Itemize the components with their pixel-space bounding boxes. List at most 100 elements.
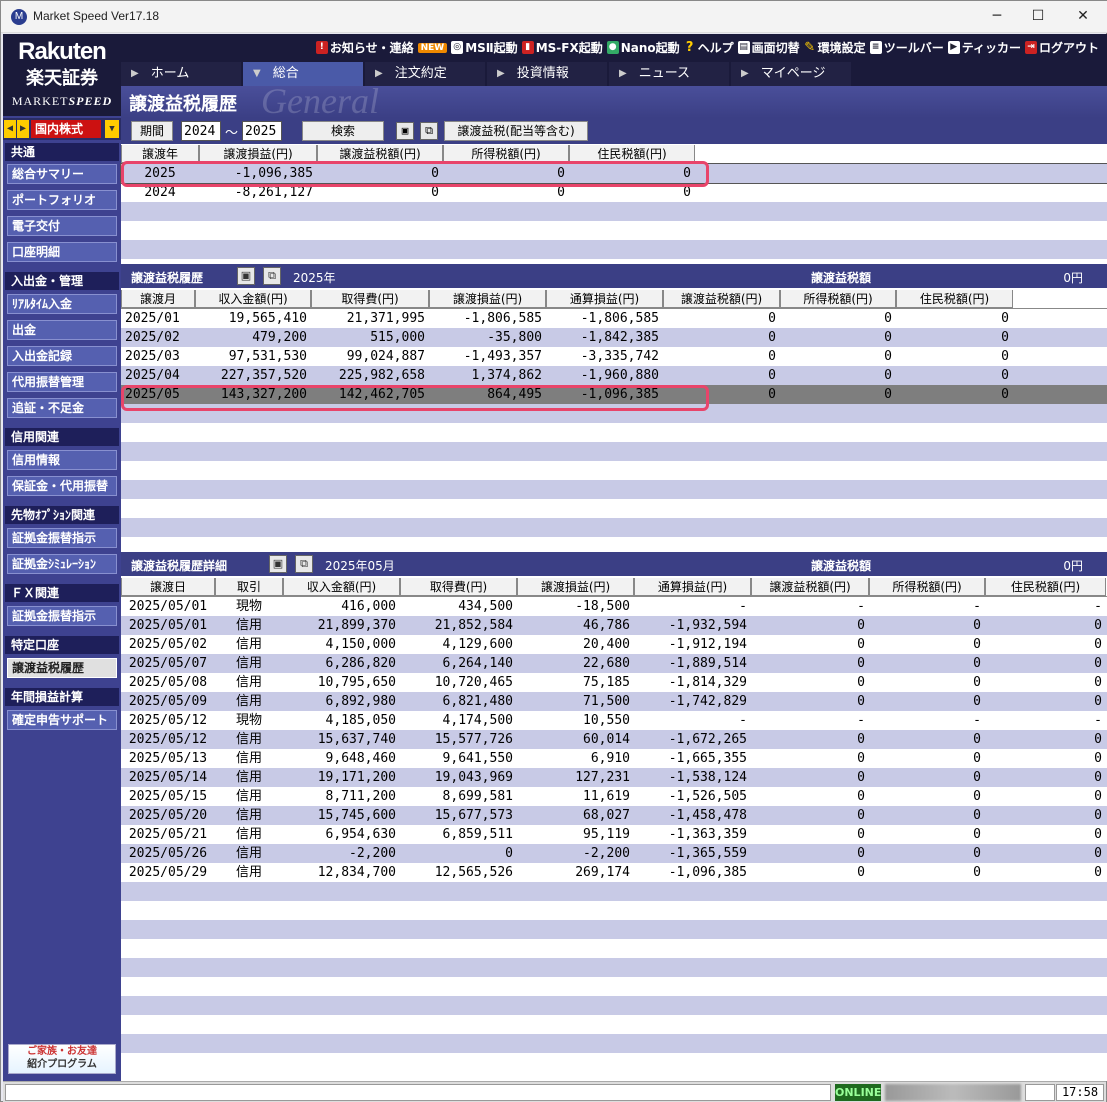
chevron-down-icon[interactable]: ▼ — [105, 120, 119, 138]
sidebar-item-realtime-deposit[interactable]: ﾘｱﾙﾀｲﾑ入金 — [7, 294, 117, 314]
ms2-launch-button[interactable]: ◎ MSⅡ起動 — [451, 39, 518, 56]
sidebar-item-summary[interactable]: 総合サマリー — [7, 164, 117, 184]
sidebar-item-futures-transfer[interactable]: 証拠金振替指示 — [7, 528, 117, 548]
table-row[interactable]: 2025/05 143,327,200 142,462,705 864,495 -1,0… — [121, 385, 1107, 404]
minimize-button[interactable]: ─ — [977, 5, 1017, 29]
copy-icon[interactable]: ⧉ — [263, 267, 281, 285]
tab-investment-info[interactable]: ▶ 投資情報 — [487, 62, 607, 86]
search-button[interactable]: 検索 — [302, 121, 385, 141]
table-row[interactable]: 2025/05/21 信用 6,954,630 6,859,511 95,119 -1,3… — [121, 825, 1107, 844]
col-gain-loss: 譲渡損益(円) — [199, 145, 317, 163]
status-bar: ONLINE 17:58 — [3, 1081, 1106, 1102]
toolbar-button[interactable]: ≡ ツールバー — [869, 39, 944, 56]
table-cell: 97,531,530 — [228, 349, 307, 364]
table-cell: 4,185,050 — [325, 713, 396, 728]
period-to-input[interactable] — [242, 121, 283, 141]
table-row[interactable]: 2025/03 97,531,530 99,024,887 -1,493,357 -3,… — [121, 347, 1107, 366]
market-speed-window: M Market Speed Ver17.18 ─ ☐ ✕ Rakuten 楽天… — [0, 0, 1107, 1102]
close-button[interactable]: ✕ — [1063, 5, 1103, 29]
notice-link[interactable]: ! お知らせ・連絡 — [315, 39, 414, 56]
save-icon[interactable]: ▣ — [269, 555, 287, 573]
market-selector[interactable]: ◀ ▶ 国内株式 ▼ — [3, 118, 121, 140]
table-row[interactable]: 2025/05/20 信用 15,745,600 15,677,573 68,027 -1… — [121, 806, 1107, 825]
table-cell: 0 — [857, 637, 865, 652]
table-row[interactable]: 2025/05/02 信用 4,150,000 4,129,600 20,400 -1,9… — [121, 635, 1107, 654]
copy-icon[interactable]: ⧉ — [295, 555, 313, 573]
table-row[interactable]: 2025/05/15 信用 8,711,200 8,699,581 11,619 -1,5… — [121, 787, 1107, 806]
table-cell: -1,096,385 — [668, 865, 747, 880]
msfx-launch-button[interactable]: ▮ MS-FX起動 — [521, 39, 603, 56]
period-from-input[interactable] — [181, 121, 221, 141]
referral-program-banner[interactable]: ご家族・お友達 紹介プログラム — [8, 1044, 116, 1074]
table-cell: 11,619 — [583, 789, 630, 804]
table-cell: 2025/01 — [125, 311, 180, 326]
table-row[interactable]: 2025/05/12 現物 4,185,050 4,174,500 10,550 - - - - — [121, 711, 1107, 730]
table-row[interactable]: 2025/01 19,565,410 21,371,995 -1,806,585 -1,… — [121, 309, 1107, 328]
tab-arrow-icon: ▶ — [619, 68, 627, 79]
sidebar-item-withdrawal[interactable]: 出金 — [7, 320, 117, 340]
sidebar-item-substitute-transfer[interactable]: 代用振替管理 — [7, 372, 117, 392]
table-cell: 0 — [1094, 865, 1102, 880]
copy-icon[interactable]: ⧉ — [420, 122, 439, 140]
table-cell: 12,834,700 — [317, 865, 396, 880]
table-row[interactable]: 2025/05/01 現物 416,000 434,500 -18,500 - - - - — [121, 597, 1107, 616]
table-row[interactable]: 2025/05/12 信用 15,637,740 15,577,726 60,014 -1… — [121, 730, 1107, 749]
toolbar-icon: ≡ — [869, 41, 882, 54]
screen-switch-button[interactable]: ▤ 画面切替 — [737, 39, 800, 56]
table-cell: 0 — [1094, 846, 1102, 861]
save-icon[interactable]: ▣ — [396, 122, 415, 140]
table-cell: 2025/05/15 — [128, 789, 208, 804]
table-row[interactable]: 2025/05/14 信用 19,171,200 19,043,969 127,231 -… — [121, 768, 1107, 787]
sidebar-item-account-statement[interactable]: 口座明細 — [7, 242, 117, 262]
help-button[interactable]: ? ヘルプ — [684, 39, 734, 56]
sidebar-item-margin-call[interactable]: 追証・不足金 — [7, 398, 117, 418]
logout-button[interactable]: ⇥ ログアウト — [1024, 39, 1099, 56]
monthly-tax-label: 譲渡益税額 — [811, 271, 872, 285]
tab-mypage[interactable]: ▶ マイページ — [731, 62, 851, 86]
sidebar-item-portfolio[interactable]: ポートフォリオ — [7, 190, 117, 210]
sidebar-item-capital-gains-tax-history[interactable]: 譲渡益税履歴 — [7, 658, 117, 678]
sidebar-item-margin-info[interactable]: 信用情報 — [7, 450, 117, 470]
table-row[interactable]: 2025/05/01 信用 21,899,370 21,852,584 46,786 -1… — [121, 616, 1107, 635]
period-separator: ～ — [225, 125, 239, 141]
table-cell: 6,286,820 — [325, 656, 396, 671]
market-selector-value[interactable]: 国内株式 — [31, 120, 101, 138]
col-tax-amount: 譲渡益税額(円) — [663, 290, 780, 308]
ticker-button[interactable]: ▶ ティッカー — [947, 39, 1021, 56]
tab-orders[interactable]: ▶ 注文約定 — [365, 62, 485, 86]
table-row[interactable]: 2025/02 479,200 515,000 -35,800 -1,842,385 0 0… — [121, 328, 1107, 347]
table-row[interactable]: 2025/05/09 信用 6,892,980 6,821,480 71,500 -1,7… — [121, 692, 1107, 711]
tab-news[interactable]: ▶ ニュース — [609, 62, 729, 86]
sidebar-section-specific-account: 特定口座 — [5, 636, 119, 654]
table-row[interactable]: 2025/05/07 信用 6,286,820 6,264,140 22,680 -1,8… — [121, 654, 1107, 673]
maximize-button[interactable]: ☐ — [1018, 5, 1058, 29]
left-sidebar: ◀ ▶ 国内株式 ▼ 共通 総合サマリー ポートフォリオ 電子交付 口座明細 入… — [3, 116, 121, 1081]
table-cell: - — [857, 599, 865, 614]
monthly-table: 譲渡月 収入金額(円) 取得費(円) 譲渡損益(円) 通算損益(円) 譲渡益税額… — [121, 290, 1107, 548]
sidebar-item-collateral-transfer[interactable]: 保証金・代用振替 — [7, 476, 117, 496]
settings-button[interactable]: ✎ 環境設定 — [804, 39, 865, 56]
prev-market-icon[interactable]: ◀ — [4, 120, 16, 138]
table-row[interactable]: 2024 -8,261,127 0 0 0 — [121, 183, 1107, 202]
table-row[interactable]: 2025/05/13 信用 9,648,460 9,641,550 6,910 -1,66… — [121, 749, 1107, 768]
save-icon[interactable]: ▣ — [237, 267, 255, 285]
next-market-icon[interactable]: ▶ — [17, 120, 29, 138]
table-row[interactable]: 2025/05/29 信用 12,834,700 12,565,526 269,174 -… — [121, 863, 1107, 882]
table-cell: -1,096,385 — [580, 387, 659, 402]
detail-table-header: 譲渡日 取引 収入金額(円) 取得費(円) 譲渡損益(円) 通算損益(円) 譲渡… — [121, 578, 1107, 597]
table-row[interactable]: 2025/04 227,357,520 225,982,658 1,374,862 -1… — [121, 366, 1107, 385]
tab-home[interactable]: ▶ ホーム — [121, 62, 241, 86]
nano-launch-button[interactable]: ● Nano起動 — [606, 39, 680, 56]
sidebar-item-e-delivery[interactable]: 電子交付 — [7, 216, 117, 236]
tax-type-button[interactable]: 譲渡益税(配当等含む) — [444, 121, 589, 141]
sidebar-item-fx-transfer[interactable]: 証拠金振替指示 — [7, 606, 117, 626]
table-cell: 信用 — [235, 732, 262, 747]
sidebar-item-futures-simulation[interactable]: 証拠金ｼﾐｭﾚｰｼｮﾝ — [7, 554, 117, 574]
empty-row — [121, 882, 1107, 901]
table-cell: 2025/05/13 — [128, 751, 208, 766]
table-row[interactable]: 2025/05/26 信用 -2,200 0 -2,200 -1,365,559 0 0 0 — [121, 844, 1107, 863]
table-row[interactable]: 2025/05/08 信用 10,795,650 10,720,465 75,185 -1… — [121, 673, 1107, 692]
table-row[interactable]: 2025 -1,096,385 0 0 0 — [120, 163, 1107, 184]
sidebar-item-tax-return-support[interactable]: 確定申告サポート — [7, 710, 117, 730]
sidebar-item-cash-history[interactable]: 入出金記録 — [7, 346, 117, 366]
